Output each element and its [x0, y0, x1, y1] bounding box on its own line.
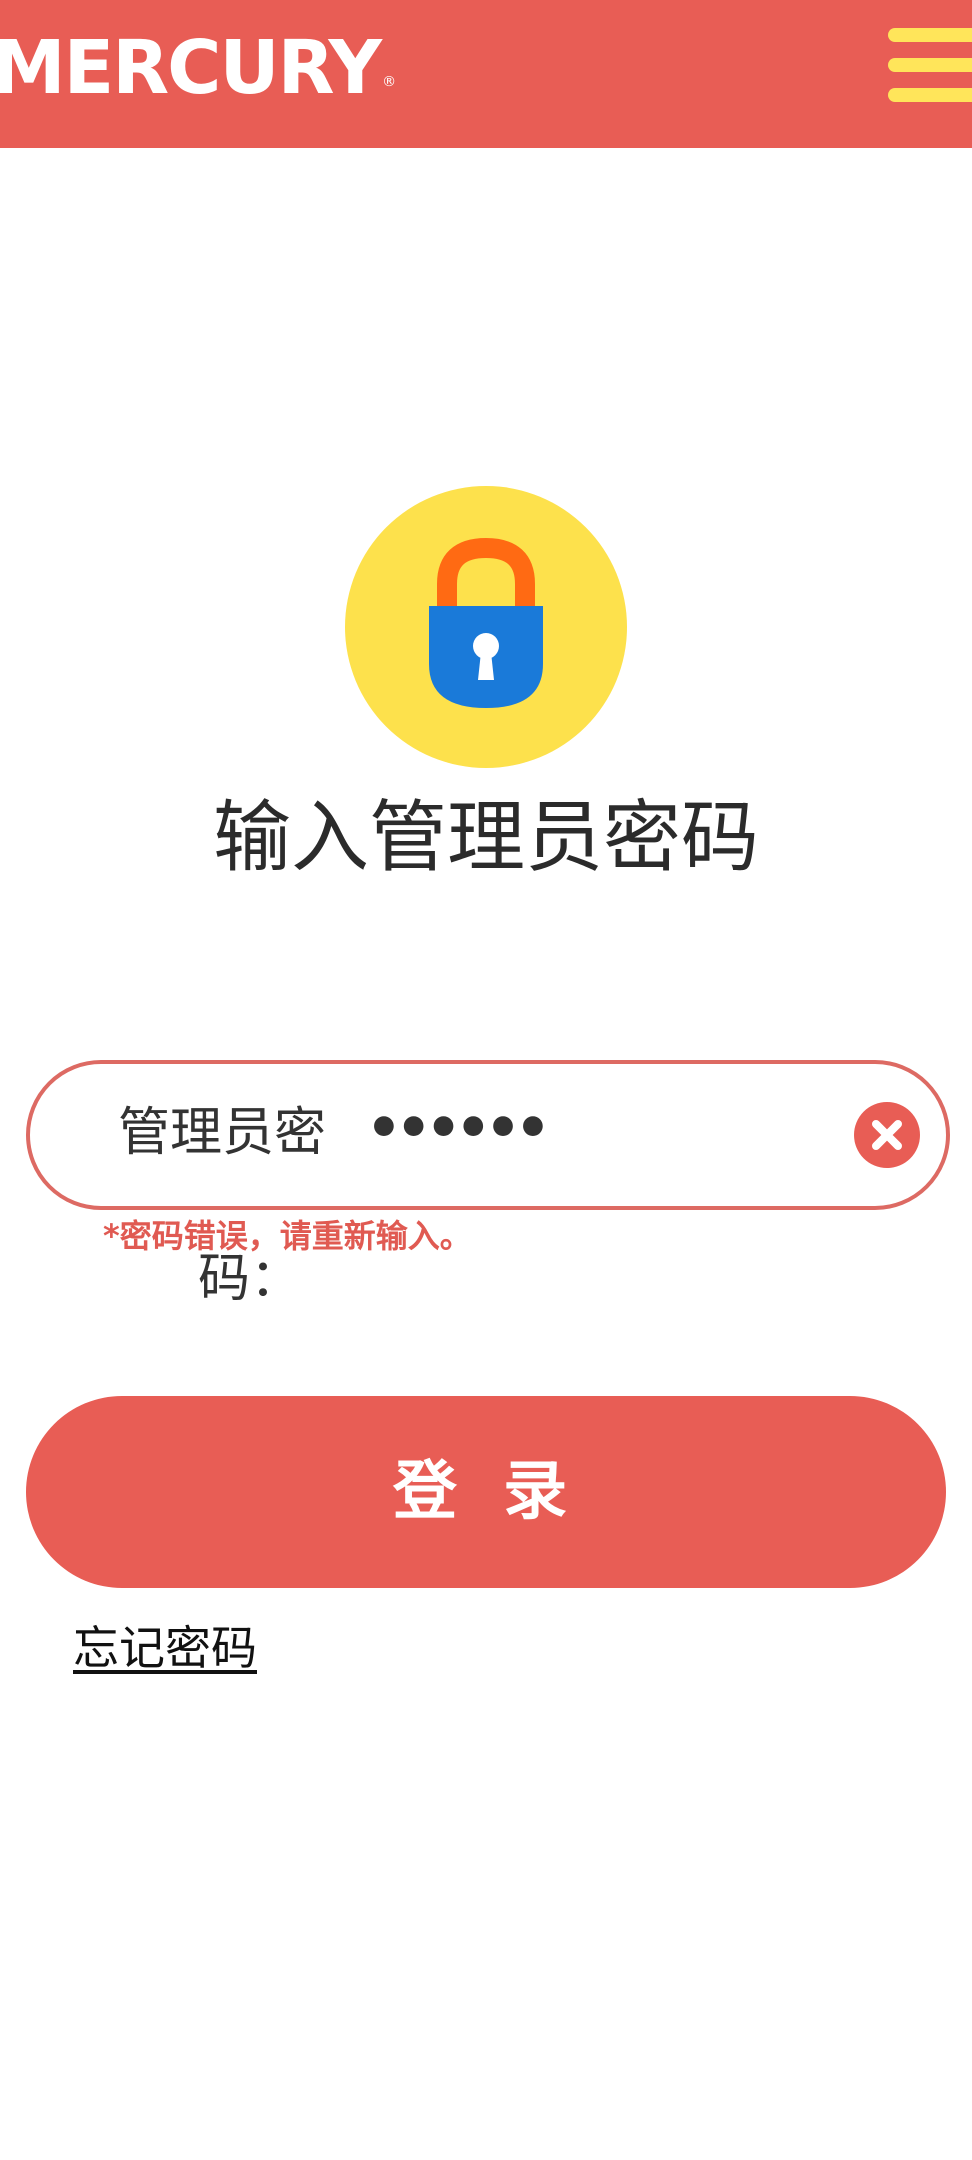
- password-input[interactable]: ••••••: [366, 1094, 551, 1164]
- login-page: MERCURY ® 输入管理员密码 管理员密 •••••• *密码错误，请重新输入…: [0, 0, 972, 2160]
- forgot-password-link[interactable]: 忘记密码: [73, 1618, 257, 1678]
- clear-x-graphic: [872, 1120, 902, 1150]
- page-title: 输入管理员密码: [212, 793, 759, 883]
- password-label-continued: 码：: [198, 1249, 303, 1309]
- brand-name: MERCURY: [0, 25, 382, 111]
- clear-x-icon[interactable]: [854, 1102, 920, 1168]
- padlock-icon: [345, 486, 627, 768]
- password-label: 管理员密: [118, 1103, 327, 1163]
- menu-bar-top: [888, 28, 972, 42]
- menu-bar-bottom: [888, 88, 972, 102]
- password-field[interactable]: 管理员密 ••••••: [26, 1060, 950, 1210]
- top-header: MERCURY ®: [0, 0, 972, 148]
- padlock-graphic: [429, 537, 543, 708]
- registered-mark: ®: [382, 74, 396, 90]
- mercury-logo: MERCURY ®: [0, 25, 396, 111]
- menu-bar-middle: [888, 58, 972, 72]
- login-button[interactable]: 登 录: [26, 1396, 946, 1588]
- hamburger-menu-icon[interactable]: [880, 28, 972, 110]
